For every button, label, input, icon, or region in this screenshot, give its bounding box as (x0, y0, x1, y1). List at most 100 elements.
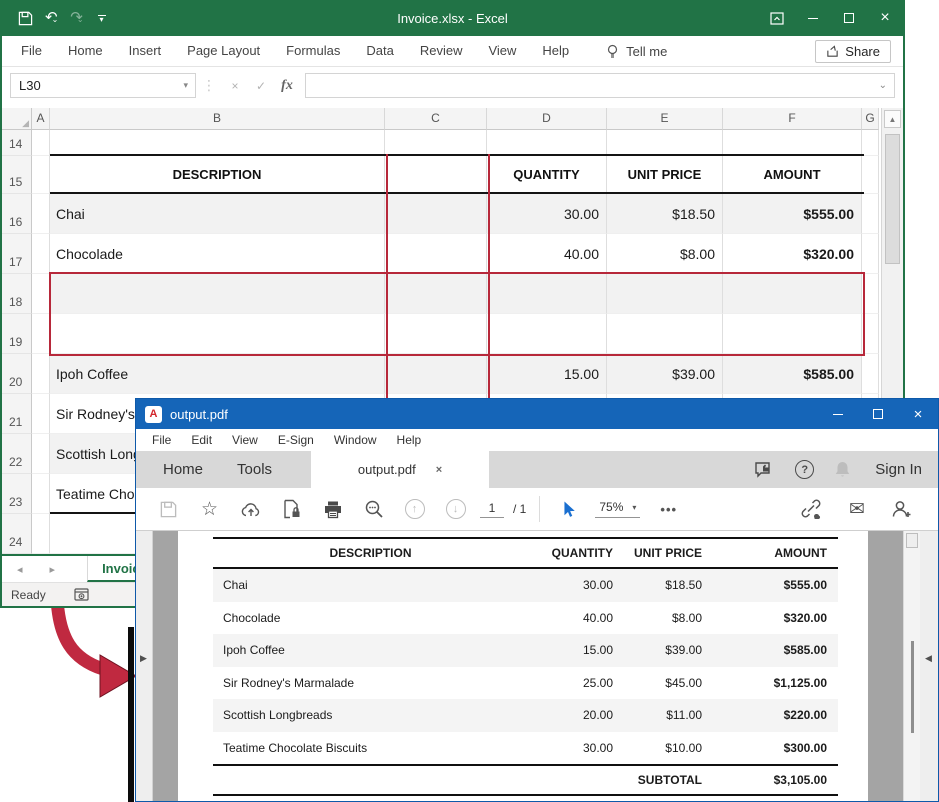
cell-E18[interactable] (607, 274, 723, 314)
star-favorite-button[interactable]: ☆ (189, 500, 230, 519)
help-button[interactable]: ? (795, 460, 814, 479)
ribbon-tab-home[interactable]: Home (55, 36, 116, 66)
ribbon-tab-review[interactable]: Review (407, 36, 476, 66)
tab-home[interactable]: Home (146, 461, 220, 478)
cell-D15[interactable]: QUANTITY (487, 156, 607, 194)
share-cloud-button[interactable] (230, 500, 271, 519)
previous-page-button[interactable]: ↑ (394, 499, 435, 519)
cell-F18[interactable] (723, 274, 862, 314)
expand-right-panel-icon[interactable]: ◀ (925, 653, 932, 664)
cell-F15[interactable]: AMOUNT (723, 156, 862, 194)
scrollbar-thumb[interactable] (885, 134, 900, 264)
save-button[interactable] (148, 500, 189, 519)
person-add-icon[interactable] (891, 499, 912, 519)
cell-D20[interactable]: 15.00 (487, 354, 607, 394)
cell-C18[interactable] (385, 274, 487, 314)
select-tool-button[interactable] (553, 500, 583, 519)
ribbon-tab-file[interactable]: File (8, 36, 55, 66)
row-header-22[interactable]: 22 (2, 434, 32, 474)
cell-A19[interactable] (32, 314, 50, 354)
notifications-bell-icon[interactable] (834, 460, 851, 479)
row-header-14[interactable]: 14 (2, 130, 32, 156)
customize-quick-access-button[interactable]: ▾ (98, 15, 106, 22)
share-link-icon[interactable] (799, 499, 823, 519)
column-header-A[interactable]: A (32, 108, 50, 130)
row-header-17[interactable]: 17 (2, 234, 32, 274)
excel-maximize-button[interactable] (831, 0, 867, 36)
insert-function-button[interactable]: fx (274, 73, 300, 98)
cell-A24[interactable] (32, 514, 50, 554)
secure-document-button[interactable] (271, 499, 312, 519)
right-panel-strip[interactable]: ◀ (920, 531, 938, 801)
cell-C16[interactable] (385, 194, 487, 234)
pdf-menu-window[interactable]: Window (324, 433, 387, 447)
cell-B17[interactable]: Chocolade (50, 234, 385, 274)
cell-B16[interactable]: Chai (50, 194, 385, 234)
cell-B14[interactable] (50, 130, 385, 156)
pdf-minimize-button[interactable] (818, 399, 858, 429)
cell-A16[interactable] (32, 194, 50, 234)
name-box[interactable]: L30 ▾ (10, 73, 196, 98)
cell-E20[interactable]: $39.00 (607, 354, 723, 394)
more-tools-button[interactable]: ••• (660, 502, 677, 517)
scroll-up-button[interactable]: ▲ (884, 110, 901, 128)
row-header-21[interactable]: 21 (2, 394, 32, 434)
undo-button[interactable]: ↶⌄ (45, 9, 58, 27)
tab-document[interactable]: output.pdf × (311, 451, 489, 488)
pdf-vertical-scrollbar[interactable] (903, 531, 920, 801)
page-number-input[interactable]: 1 (480, 501, 504, 518)
share-button[interactable]: Share (815, 40, 891, 63)
next-page-button[interactable]: ↓ (435, 499, 476, 519)
cell-G19[interactable] (862, 314, 879, 354)
print-button[interactable] (312, 500, 353, 519)
cell-E15[interactable]: UNIT PRICE (607, 156, 723, 194)
search-button[interactable] (353, 499, 394, 519)
column-header-D[interactable]: D (487, 108, 607, 130)
tab-tools[interactable]: Tools (220, 461, 289, 478)
cell-F19[interactable] (723, 314, 862, 354)
pdf-maximize-button[interactable] (858, 399, 898, 429)
tell-me-button[interactable]: Tell me (606, 44, 667, 59)
feedback-icon[interactable] (753, 460, 775, 480)
pdf-menu-help[interactable]: Help (387, 433, 432, 447)
pdf-scroll-up-button[interactable] (906, 533, 918, 548)
sheet-prev-button[interactable]: ◂ (17, 563, 23, 576)
formula-enter-button[interactable]: ✓ (248, 73, 274, 98)
row-header-19[interactable]: 19 (2, 314, 32, 354)
cell-B15[interactable]: DESCRIPTION (50, 156, 385, 194)
cell-F16[interactable]: $555.00 (723, 194, 862, 234)
pdf-menu-file[interactable]: File (142, 433, 181, 447)
cell-C19[interactable] (385, 314, 487, 354)
excel-minimize-button[interactable] (795, 0, 831, 36)
ribbon-tab-formulas[interactable]: Formulas (273, 36, 353, 66)
ribbon-tab-data[interactable]: Data (353, 36, 406, 66)
ribbon-tab-insert[interactable]: Insert (116, 36, 175, 66)
pdf-menu-view[interactable]: View (222, 433, 268, 447)
left-panel-strip[interactable]: ▶ (136, 531, 153, 801)
zoom-level-dropdown[interactable]: 75% ▾ (595, 500, 640, 518)
cell-F20[interactable]: $585.00 (723, 354, 862, 394)
ribbon-display-options-button[interactable] (759, 0, 795, 36)
cell-A21[interactable] (32, 394, 50, 434)
pdf-menu-edit[interactable]: Edit (181, 433, 222, 447)
sign-in-button[interactable]: Sign In (875, 461, 922, 478)
ribbon-tab-page-layout[interactable]: Page Layout (174, 36, 273, 66)
cell-A23[interactable] (32, 474, 50, 514)
cell-C20[interactable] (385, 354, 487, 394)
cell-E14[interactable] (607, 130, 723, 156)
save-icon[interactable] (18, 11, 33, 26)
cell-D19[interactable] (487, 314, 607, 354)
cell-A20[interactable] (32, 354, 50, 394)
cell-C17[interactable] (385, 234, 487, 274)
cell-D14[interactable] (487, 130, 607, 156)
column-header-E[interactable]: E (607, 108, 723, 130)
cell-B19[interactable] (50, 314, 385, 354)
cell-A14[interactable] (32, 130, 50, 156)
column-header-F[interactable]: F (723, 108, 862, 130)
cell-E19[interactable] (607, 314, 723, 354)
cell-G14[interactable] (862, 130, 879, 156)
cell-G16[interactable] (862, 194, 879, 234)
close-document-icon[interactable]: × (436, 464, 442, 476)
redo-button[interactable]: ↷⌄ (70, 9, 83, 27)
cell-G17[interactable] (862, 234, 879, 274)
